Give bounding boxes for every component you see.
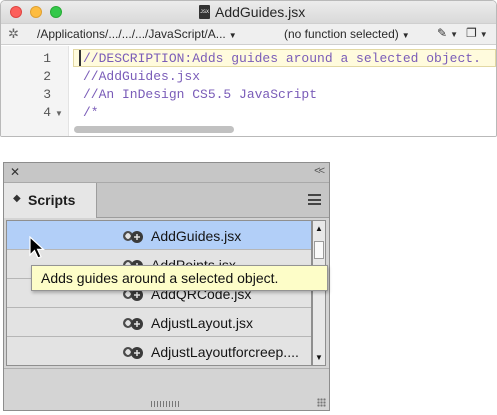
panel-grip-handle[interactable] [151, 401, 181, 407]
fold-toggle-icon[interactable]: ▼ [55, 109, 63, 118]
document-icon: JSX [199, 5, 210, 19]
list-item[interactable]: AdjustLayoutforcreep.... [7, 337, 311, 365]
chevron-down-icon: ▼ [450, 30, 458, 39]
file-path-menu[interactable]: /Applications/.../.../.../JavaScript/A..… [37, 27, 237, 41]
text-cursor [79, 50, 81, 66]
file-path-label: /Applications/.../.../.../JavaScript/A..… [37, 27, 226, 41]
line-number-gutter: 1 2 3 4 ▼ [1, 46, 69, 136]
pen-icon[interactable]: ✎ ▼ [437, 26, 458, 40]
resize-handle-icon[interactable] [317, 398, 326, 407]
window-title: AddGuides.jsx [215, 4, 306, 20]
close-icon[interactable]: ✕ [10, 165, 20, 179]
list-item[interactable]: AddGuides.jsx [7, 221, 311, 250]
line-number: 4 [43, 105, 51, 120]
chevron-down-icon: ▼ [228, 31, 237, 40]
chevron-down-icon: ▼ [401, 31, 410, 40]
pages-icon[interactable]: ❐ ▼ [466, 26, 488, 40]
script-icon [123, 347, 143, 359]
panel-header[interactable]: ✕ << [4, 163, 329, 183]
function-menu[interactable]: (no function selected) ▼ [284, 27, 410, 41]
script-icon [123, 231, 143, 243]
line-number: 2 [43, 69, 51, 84]
script-editor-window: JSX AddGuides.jsx ✲ /Applications/.../..… [0, 0, 497, 137]
minimize-window-button[interactable] [30, 6, 42, 18]
horizontal-scrollbar[interactable] [74, 126, 234, 133]
function-menu-label: (no function selected) [284, 27, 399, 41]
title-bar[interactable]: JSX AddGuides.jsx [1, 1, 496, 23]
tab-label: Scripts [28, 192, 76, 208]
list-item-label: AddGuides.jsx [151, 228, 242, 244]
vertical-scrollbar[interactable]: ▲ ▼ [312, 220, 326, 366]
editor-toolbar: ✲ /Applications/.../.../.../JavaScript/A… [1, 23, 496, 45]
code-line: //An InDesign CS5.5 JavaScript [83, 87, 318, 102]
list-item-label: AdjustLayout.jsx [151, 315, 253, 331]
chevron-down-icon: ▼ [479, 30, 488, 39]
scrollbar-thumb[interactable] [314, 241, 324, 259]
list-item[interactable]: AdjustLayout.jsx [7, 308, 311, 337]
scripts-list[interactable]: AddGuides.jsx AddPoints.jsx AddQRCode.js… [6, 220, 312, 366]
tooltip: Adds guides around a selected object. [31, 265, 328, 291]
scroll-up-icon[interactable]: ▲ [315, 224, 323, 233]
script-icon [123, 318, 143, 330]
collapse-panel-icon[interactable]: << [314, 165, 325, 177]
mouse-pointer-icon [29, 236, 45, 259]
code-area[interactable]: 1 2 3 4 ▼ //DESCRIPTION:Adds guides arou… [1, 46, 496, 136]
scroll-down-icon[interactable]: ▼ [315, 353, 323, 362]
panel-tab-bar: ◆ Scripts [4, 183, 329, 218]
line-number: 3 [43, 87, 51, 102]
panel-menu-icon[interactable] [308, 194, 321, 205]
zoom-window-button[interactable] [50, 6, 62, 18]
code-line: /* [83, 105, 99, 120]
list-item-label: AdjustLayoutforcreep.... [151, 344, 299, 360]
tab-scripts[interactable]: ◆ Scripts [4, 183, 97, 218]
close-window-button[interactable] [10, 6, 22, 18]
divider [4, 368, 329, 369]
gear-icon[interactable]: ✲ [8, 26, 19, 42]
code-line: //AddGuides.jsx [83, 69, 201, 84]
line-number: 1 [43, 51, 51, 66]
code-line: //DESCRIPTION:Adds guides around a selec… [83, 51, 481, 66]
up-down-arrows-icon: ◆ [13, 193, 21, 204]
